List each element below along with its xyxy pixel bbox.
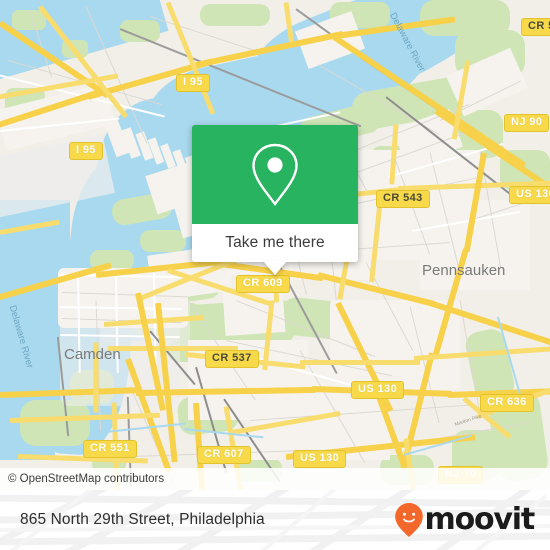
address-text: 865 North 29th Street, Philadelphia (20, 511, 265, 528)
moovit-logo[interactable]: moovit (394, 490, 536, 550)
road-shield[interactable]: CR 537 (205, 350, 259, 368)
moovit-pin-smile-icon (394, 503, 423, 537)
attribution-text: © OpenStreetMap contributors (8, 473, 165, 485)
callout-pin-panel (192, 125, 358, 224)
road-shield[interactable]: US 130 (509, 186, 550, 204)
map-pin-icon (252, 143, 298, 206)
road-shield[interactable]: US 130 (293, 450, 347, 468)
moovit-wordmark: moovit (424, 502, 536, 537)
take-me-there-label: Take me there (225, 234, 325, 251)
road-shield[interactable]: I 95 (176, 74, 210, 92)
road-shield[interactable]: CR 551 (83, 440, 137, 458)
road-shield[interactable]: I 95 (69, 142, 103, 160)
road-shield[interactable]: CR 607 (197, 446, 251, 464)
callout-action-panel[interactable]: Take me there (192, 224, 358, 262)
road-shield[interactable]: US 130 (351, 381, 405, 399)
road-shield[interactable]: CR 609 (236, 275, 290, 293)
footer-address: 865 North 29th Street, Philadelphia (20, 490, 265, 550)
callout-pointer (263, 261, 287, 275)
map-screenshot: Delaware River Delaware River Camden Pen… (0, 0, 550, 550)
road-shield[interactable]: CR 543 (376, 190, 430, 208)
road-shield[interactable]: NJ 90 (504, 114, 550, 132)
road-shield[interactable]: CR 5 (521, 18, 550, 36)
destination-callout-card[interactable]: Take me there (192, 125, 358, 275)
road-shield[interactable]: CR 636 (480, 394, 534, 412)
footer-bar: 865 North 29th Street, Philadelphia moov… (0, 490, 550, 550)
map-attribution: © OpenStreetMap contributors (0, 468, 550, 490)
